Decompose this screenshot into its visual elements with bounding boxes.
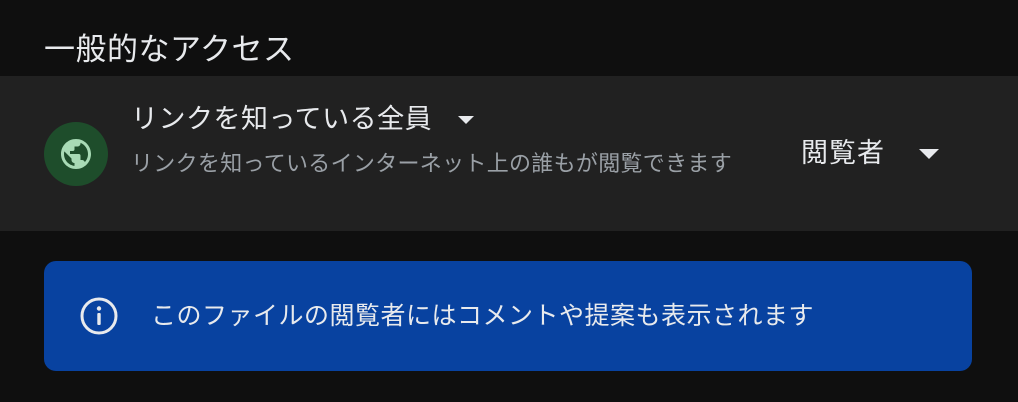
chevron-down-icon <box>919 149 939 159</box>
info-banner-text: このファイルの閲覧者にはコメントや提案も表示されます <box>151 301 815 330</box>
link-access-title: リンクを知っている全員 <box>131 104 433 135</box>
section-title: 一般的なアクセス <box>44 32 295 68</box>
globe-icon <box>58 136 94 172</box>
globe-badge <box>44 122 108 186</box>
role-dropdown[interactable]: 閲覧者 <box>801 132 939 176</box>
general-access-row: リンクを知っている全員 リンクを知っているインターネット上の誰もが閲覧できます … <box>0 76 1018 231</box>
info-banner: このファイルの閲覧者にはコメントや提案も表示されます <box>44 261 972 371</box>
info-icon <box>79 296 119 336</box>
link-access-description: リンクを知っているインターネット上の誰もが閲覧できます <box>131 152 733 177</box>
link-access-dropdown[interactable]: リンクを知っている全員 <box>131 98 475 142</box>
chevron-down-icon <box>458 116 475 124</box>
role-label: 閲覧者 <box>801 138 885 169</box>
